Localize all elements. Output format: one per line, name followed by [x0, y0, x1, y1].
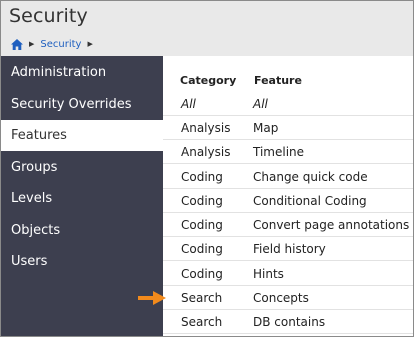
sidebar-item-groups[interactable]: Groups [1, 152, 163, 183]
cell-feature: Timeline [253, 145, 305, 159]
sidebar-item-security-overrides[interactable]: Security Overrides [1, 89, 163, 120]
sidebar-item-objects[interactable]: Objects [1, 215, 163, 246]
breadcrumb: ▶ Security ▶ [11, 37, 93, 51]
breadcrumb-security-link[interactable]: Security [40, 39, 81, 50]
table-row[interactable]: All All [163, 92, 413, 116]
page-title: Security [9, 5, 88, 27]
cell-category: Coding [181, 218, 223, 232]
cell-feature: Convert page annotations [253, 218, 410, 232]
chevron-right-icon: ▶ [87, 40, 93, 48]
cell-category: Analysis [181, 145, 231, 159]
cell-category: Analysis [181, 121, 231, 135]
table-row[interactable]: Coding Change quick code [163, 165, 413, 189]
cell-category: Search [181, 291, 223, 305]
sidebar-item-users[interactable]: Users [1, 246, 163, 277]
cell-category: Coding [181, 267, 223, 281]
sidebar-item-levels[interactable]: Levels [1, 183, 163, 214]
cell-feature: Hints [253, 267, 284, 281]
table-row[interactable]: Coding Field history [163, 237, 413, 261]
table-row-highlighted[interactable]: Search Concepts [163, 286, 413, 310]
column-header-category[interactable]: Category [180, 74, 236, 87]
table-row[interactable]: Analysis Map [163, 116, 413, 140]
sidebar-item-administration[interactable]: Administration [1, 57, 163, 88]
cell-feature: Field history [253, 242, 326, 256]
cell-category: Coding [181, 242, 223, 256]
table-row[interactable]: Coding Hints [163, 262, 413, 286]
column-header-feature[interactable]: Feature [254, 74, 302, 87]
cell-category: Coding [181, 194, 223, 208]
sidebar-item-features[interactable]: Features [1, 120, 163, 151]
cell-feature: Concepts [253, 291, 309, 305]
cell-feature: DB contains [253, 315, 326, 329]
table-row[interactable]: Analysis Timeline [163, 140, 413, 164]
cell-feature: Change quick code [253, 170, 368, 184]
page-header: Security ▶ Security ▶ [1, 1, 413, 56]
table-row[interactable]: Search DB contains [163, 310, 413, 334]
security-window: Security ▶ Security ▶ Administration Sec… [0, 0, 414, 337]
chevron-right-icon: ▶ [29, 40, 35, 48]
cell-feature: All [253, 97, 268, 111]
cell-category: All [181, 97, 196, 111]
cell-category: Search [181, 315, 223, 329]
arrow-right-icon [138, 290, 166, 309]
cell-feature: Map [253, 121, 279, 135]
features-table: Category Feature All All Analysis Map An… [163, 56, 413, 336]
table-row[interactable]: Coding Conditional Coding [163, 189, 413, 213]
cell-category: Coding [181, 170, 223, 184]
cell-feature: Conditional Coding [253, 194, 367, 208]
home-icon[interactable] [11, 38, 23, 50]
table-row[interactable]: Coding Convert page annotations [163, 213, 413, 237]
